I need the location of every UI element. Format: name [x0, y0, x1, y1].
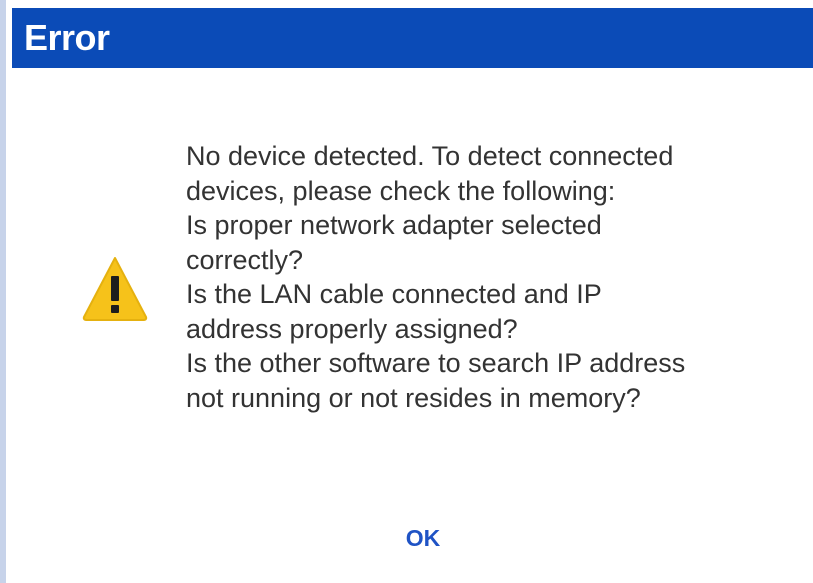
message-line: correctly?: [186, 244, 304, 275]
title-bar: Error: [12, 8, 813, 68]
ok-button[interactable]: OK: [390, 518, 456, 558]
warning-icon: [80, 254, 150, 322]
error-dialog: Error No device detected. To detect conn…: [0, 0, 813, 583]
message-line: Is the other software to search IP addre…: [186, 348, 686, 378]
error-message: No device detected. To detect connected …: [186, 139, 806, 415]
message-line: devices, please check the following:: [186, 175, 616, 206]
message-line: address properly assigned?: [186, 313, 518, 344]
message-line: Is proper network adapter selected: [186, 210, 602, 240]
message-line: No device detected. To detect connected: [186, 141, 674, 171]
message-line: Is the LAN cable connected and IP: [186, 279, 602, 309]
dialog-title: Error: [24, 17, 110, 58]
message-line: not running or not resides in memory?: [186, 382, 641, 413]
